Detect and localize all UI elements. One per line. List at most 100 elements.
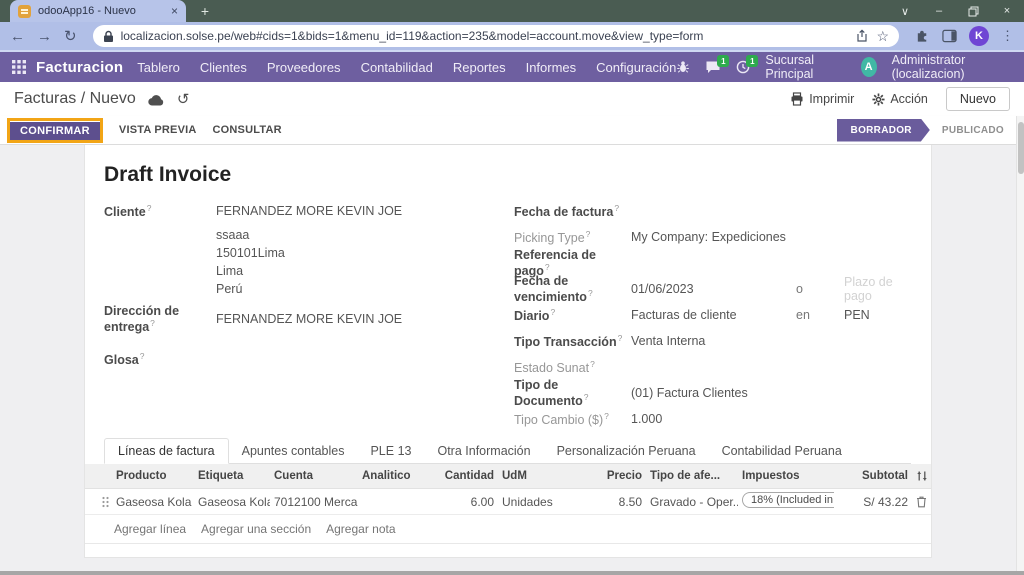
col-etiqueta[interactable]: Etiqueta [194, 470, 270, 482]
field-value-picking-type: My Company: Expediciones [631, 230, 786, 244]
scrollbar-thumb[interactable] [1018, 122, 1024, 174]
forward-icon[interactable]: → [37, 29, 52, 44]
action-button[interactable]: Acción [872, 92, 928, 106]
preview-button[interactable]: VISTA PREVIA [119, 124, 197, 136]
window-close-button[interactable]: × [990, 0, 1024, 22]
browser-menu-icon[interactable]: ⋮ [1001, 28, 1014, 44]
user-avatar[interactable]: A [861, 57, 877, 77]
tax-tag[interactable]: 18% (Included in p [742, 492, 834, 508]
print-button[interactable]: Imprimir [790, 92, 854, 106]
menu-informes[interactable]: Informes [526, 60, 577, 75]
cell-cuenta[interactable]: 7012100 Merca... [270, 495, 358, 509]
confirm-button[interactable]: CONFIRMAR [10, 122, 100, 140]
field-label-estado-sunat: Estado Sunat? [514, 359, 631, 375]
tab-ple-13[interactable]: PLE 13 [357, 439, 424, 463]
share-icon[interactable] [855, 29, 869, 43]
cell-cantidad[interactable]: 6.00 [438, 495, 498, 509]
extensions-icon[interactable] [915, 29, 930, 44]
messages-badge: 1 [717, 55, 729, 67]
col-tipo-afectacion[interactable]: Tipo de afe... [646, 470, 738, 482]
user-menu[interactable]: Administrator (localizacion) [892, 53, 1012, 81]
tab-personalizacion-peruana[interactable]: Personalización Peruana [544, 439, 709, 463]
field-value-fecha-vencimiento[interactable]: 01/06/2023 [631, 282, 796, 296]
tab-close-icon[interactable]: × [171, 5, 178, 17]
menu-proveedores[interactable]: Proveedores [267, 60, 341, 75]
col-precio[interactable]: Precio [560, 470, 646, 482]
col-udm[interactable]: UdM [498, 470, 560, 482]
delete-row-icon[interactable] [912, 496, 932, 508]
apps-grid-icon[interactable] [12, 60, 26, 74]
activities-badge: 1 [746, 55, 758, 67]
field-label-tipo-documento: Tipo de Documento? [514, 378, 631, 408]
conjunction-en: en [796, 308, 844, 322]
discard-undo-icon[interactable]: ↺ [177, 92, 190, 107]
browser-toolbar: ← → ↻ localizacion.solse.pe/web#cids=1&b… [0, 22, 1024, 52]
consult-button[interactable]: CONSULTAR [213, 124, 282, 136]
tab-contabilidad-peruana[interactable]: Contabilidad Peruana [709, 439, 855, 463]
cell-producto[interactable]: Gaseosa Kola 3L [112, 495, 194, 509]
col-analitico[interactable]: Analitico [358, 470, 438, 482]
menu-reportes[interactable]: Reportes [453, 60, 506, 75]
menu-clientes[interactable]: Clientes [200, 60, 247, 75]
menu-tablero[interactable]: Tablero [137, 60, 180, 75]
activities-clock-icon[interactable]: 1 [736, 60, 750, 74]
new-tab-button[interactable]: + [196, 2, 214, 20]
state-draft-badge[interactable]: BORRADOR [837, 119, 930, 142]
field-label-glosa: Glosa? [104, 351, 216, 367]
cell-udm[interactable]: Unidades [498, 495, 560, 509]
form-sheet: Draft Invoice Cliente? FERNANDEZ MORE KE… [84, 145, 932, 558]
back-icon[interactable]: ← [10, 29, 25, 44]
bookmark-star-icon[interactable]: ☆ [876, 29, 889, 43]
messages-icon[interactable]: 1 [705, 60, 721, 74]
company-switcher[interactable]: Sucursal Principal [765, 53, 845, 81]
tab-lineas-factura[interactable]: Líneas de factura [104, 438, 229, 464]
col-cuenta[interactable]: Cuenta [270, 470, 358, 482]
url-bar[interactable]: localizacion.solse.pe/web#cids=1&bids=1&… [93, 25, 899, 47]
side-panel-icon[interactable] [942, 29, 957, 43]
tab-otra-informacion[interactable]: Otra Información [424, 439, 543, 463]
browser-profile-avatar[interactable]: K [969, 26, 989, 46]
reload-icon[interactable]: ↻ [64, 29, 77, 44]
field-placeholder-plazo-pago[interactable]: Plazo de pago [844, 275, 911, 303]
field-value-tipo-documento[interactable]: (01) Factura Clientes [631, 386, 748, 400]
field-value-moneda[interactable]: PEN [844, 308, 870, 322]
cliente-address: ssaaa 150101Lima Lima Perú [104, 226, 514, 298]
debug-bug-icon[interactable] [676, 60, 690, 74]
invoice-title: Draft Invoice [104, 163, 911, 187]
cell-etiqueta[interactable]: Gaseosa Kola 3L [194, 495, 270, 509]
state-posted-badge[interactable]: PUBLICADO [942, 125, 1004, 136]
vertical-scrollbar[interactable] [1016, 116, 1024, 571]
cell-impuestos[interactable]: 18% (Included in p [738, 492, 838, 511]
app-name[interactable]: Facturacion [36, 59, 123, 76]
add-line-link[interactable]: Agregar línea [114, 522, 186, 536]
menu-configuracion[interactable]: Configuración [596, 60, 676, 75]
cell-precio[interactable]: 8.50 [560, 495, 646, 509]
col-cantidad[interactable]: Cantidad [438, 470, 498, 482]
cell-tipo-afectacion[interactable]: Gravado - Oper... [646, 495, 738, 509]
table-row[interactable]: Gaseosa Kola 3L Gaseosa Kola 3L 7012100 … [85, 489, 931, 515]
add-section-link[interactable]: Agregar una sección [201, 522, 311, 536]
drag-handle-icon[interactable] [98, 496, 112, 508]
col-impuestos[interactable]: Impuestos [738, 470, 838, 482]
field-value-tipo-cambio: 1.000 [631, 412, 662, 426]
new-record-button[interactable]: Nuevo [946, 87, 1010, 111]
field-value-diario[interactable]: Facturas de cliente [631, 308, 796, 322]
field-value-tipo-transaccion[interactable]: Venta Interna [631, 334, 705, 348]
menu-contabilidad[interactable]: Contabilidad [361, 60, 433, 75]
col-subtotal[interactable]: Subtotal [838, 470, 912, 482]
col-producto[interactable]: Producto [112, 470, 194, 482]
unsaved-cloud-icon[interactable] [148, 93, 165, 106]
field-value-direccion-entrega[interactable]: FERNANDEZ MORE KEVIN JOE [216, 312, 402, 326]
add-note-link[interactable]: Agregar nota [326, 522, 395, 536]
field-value-cliente[interactable]: FERNANDEZ MORE KEVIN JOE [216, 204, 402, 218]
browser-window: odooApp16 - Nuevo × + ∨ – × ← → ↻ locali… [0, 0, 1024, 575]
window-minimize-button[interactable]: – [922, 0, 956, 22]
tab-search-icon[interactable]: ∨ [888, 0, 922, 22]
breadcrumb[interactable]: Facturas / Nuevo [14, 90, 136, 108]
window-bottom-edge [0, 571, 1024, 575]
notebook-tabs: Líneas de factura Apuntes contables PLE … [104, 438, 911, 464]
tab-apuntes-contables[interactable]: Apuntes contables [229, 439, 358, 463]
optional-columns-icon[interactable] [912, 470, 932, 482]
window-restore-button[interactable] [956, 0, 990, 22]
browser-tab[interactable]: odooApp16 - Nuevo × [10, 0, 186, 22]
